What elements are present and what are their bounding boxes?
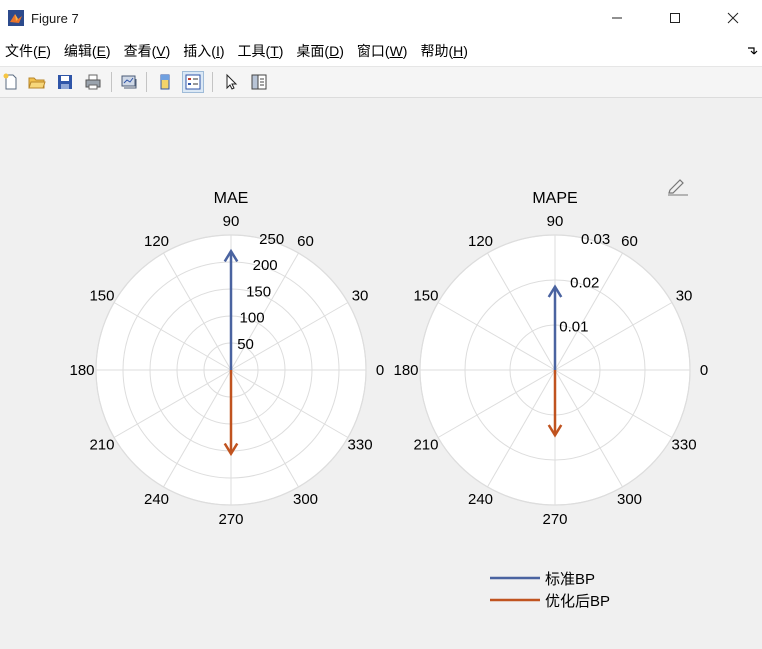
r-tick-label: 200 xyxy=(253,257,278,274)
theta-tick-label: 270 xyxy=(542,511,567,528)
colorbar-button[interactable] xyxy=(154,71,176,93)
toolbar-separator xyxy=(146,72,147,92)
matlab-logo-icon xyxy=(8,10,24,26)
menu-window[interactable]: 窗口(W) xyxy=(352,41,416,61)
theta-tick-label: 0 xyxy=(376,362,384,379)
theta-tick-label: 180 xyxy=(69,362,94,379)
r-tick-label: 250 xyxy=(259,231,284,248)
menu-tools[interactable]: 工具(T) xyxy=(233,41,292,61)
edit-plot-icon[interactable] xyxy=(668,179,688,196)
menu-desktop[interactable]: 桌面(D) xyxy=(291,41,351,61)
legend-label: 优化后BP xyxy=(545,593,610,610)
menu-edit[interactable]: 编辑(E) xyxy=(59,41,119,61)
property-inspector-button[interactable] xyxy=(248,71,270,93)
maximize-button[interactable] xyxy=(646,0,704,36)
r-tick-label: 0.03 xyxy=(581,231,610,248)
menu-file[interactable]: 文件(F) xyxy=(0,41,59,61)
theta-tick-label: 60 xyxy=(297,233,314,250)
close-icon xyxy=(727,12,739,24)
theta-tick-label: 90 xyxy=(547,213,564,230)
figure-toolbar xyxy=(0,66,762,98)
theta-tick-label: 330 xyxy=(348,437,373,454)
theta-tick-label: 0 xyxy=(700,362,708,379)
colorbar-icon xyxy=(160,74,170,90)
legend-button[interactable] xyxy=(182,71,204,93)
theta-tick-label: 120 xyxy=(468,233,493,250)
theta-tick-label: 30 xyxy=(352,288,369,305)
r-tick-label: 100 xyxy=(240,310,265,327)
theta-tick-label: 60 xyxy=(621,233,638,250)
r-tick-label: 150 xyxy=(246,283,271,300)
pointer-button[interactable] xyxy=(220,71,242,93)
theta-tick-label: 300 xyxy=(293,491,318,508)
r-tick-label: 0.02 xyxy=(570,275,599,292)
print-icon xyxy=(85,74,101,90)
theta-tick-label: 150 xyxy=(413,288,438,305)
theta-tick-label: 150 xyxy=(89,288,114,305)
dock-arrow-icon[interactable] xyxy=(746,45,758,57)
menu-bar: 文件(F) 编辑(E) 查看(V) 插入(I) 工具(T) 桌面(D) 窗口(W… xyxy=(0,36,762,66)
title-bar: Figure 7 xyxy=(0,0,762,36)
legend-icon xyxy=(185,74,201,90)
save-icon xyxy=(58,75,72,89)
theta-tick-label: 240 xyxy=(144,491,169,508)
r-tick-label: 0.01 xyxy=(559,318,588,335)
toolbar-separator xyxy=(212,72,213,92)
toolbar-separator xyxy=(111,72,112,92)
theta-tick-label: 210 xyxy=(89,437,114,454)
theta-tick-label: 270 xyxy=(218,511,243,528)
legend-label: 标准BP xyxy=(545,571,595,588)
theta-tick-label: 90 xyxy=(223,213,240,230)
menu-insert[interactable]: 插入(I) xyxy=(178,41,232,61)
menu-view[interactable]: 查看(V) xyxy=(119,41,179,61)
minimize-icon xyxy=(612,17,622,19)
axes-title: MAE xyxy=(214,190,249,207)
save-button[interactable] xyxy=(54,71,76,93)
open-file-icon xyxy=(28,77,46,89)
theta-tick-label: 330 xyxy=(672,437,697,454)
link-plot-button[interactable] xyxy=(118,71,140,93)
open-file-button[interactable] xyxy=(26,71,48,93)
polar-axes-mape: 0 30 60 90 120 150 180 210 240 270 300 330 0.01 0.02 0… xyxy=(393,190,708,528)
theta-tick-label: 210 xyxy=(413,437,438,454)
r-tick-label: 50 xyxy=(237,336,254,353)
new-figure-icon xyxy=(3,73,17,90)
theta-tick-label: 180 xyxy=(393,362,418,379)
minimize-button[interactable] xyxy=(588,0,646,36)
theta-tick-label: 120 xyxy=(144,233,169,250)
polar-figure: 0306090120150180210240270300330501001502… xyxy=(69,179,708,610)
theta-tick-label: 30 xyxy=(676,288,693,305)
print-button[interactable] xyxy=(82,71,104,93)
link-plot-icon xyxy=(121,75,137,89)
property-inspector-icon xyxy=(251,74,267,90)
pointer-icon xyxy=(226,73,238,90)
new-figure-button[interactable] xyxy=(0,71,22,93)
menu-help[interactable]: 帮助(H) xyxy=(415,41,475,61)
theta-tick-label: 300 xyxy=(617,491,642,508)
window-title: Figure 7 xyxy=(31,10,79,26)
close-button[interactable] xyxy=(704,0,762,36)
axes-title: MAPE xyxy=(532,190,577,207)
legend[interactable]: 标准BP 优化后BP xyxy=(490,571,610,610)
maximize-icon xyxy=(670,13,680,23)
theta-tick-label: 240 xyxy=(468,491,493,508)
figure-canvas: 0 30 60 90 120 150 180 210 240 270 300 330 50 100 150 2… xyxy=(0,98,762,645)
polar-axes-mae: 0 30 60 90 120 150 180 210 240 270 300 330 50 100 150 2… xyxy=(69,190,384,528)
